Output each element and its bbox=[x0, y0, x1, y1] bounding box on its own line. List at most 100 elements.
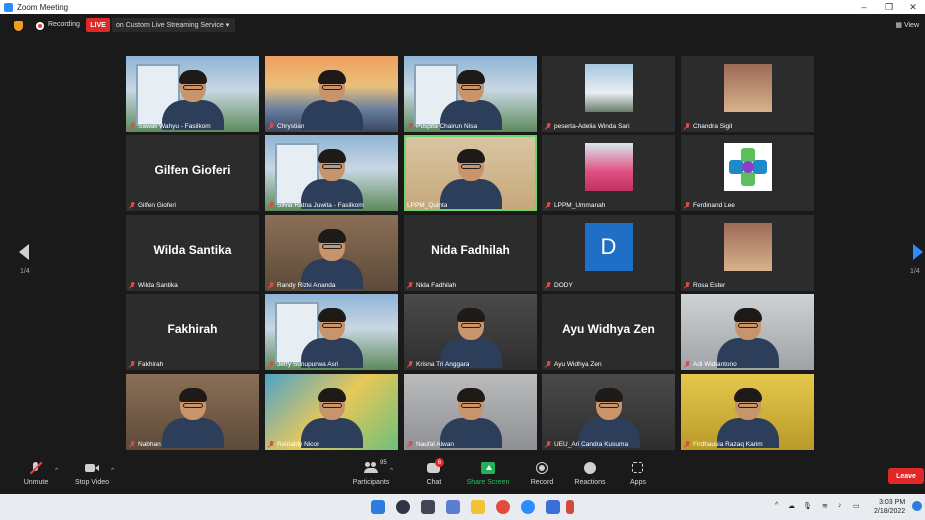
muted-mic-icon bbox=[684, 123, 690, 130]
muted-mic-icon bbox=[407, 123, 413, 130]
participant-name: Sawali Wahyu - Fasilkom bbox=[138, 123, 211, 130]
participant-tile[interactable]: Reinaldy Nicor bbox=[265, 374, 398, 450]
participant-name: Wilda Santika bbox=[138, 282, 178, 289]
participant-name: Nabhan bbox=[138, 441, 161, 448]
os-taskbar: ^ ☁ 🎙 ≋ ♪ ▭ 3:03 PM 2/18/2022 bbox=[0, 494, 925, 520]
participant-video-feed bbox=[439, 308, 502, 368]
muted-mic-icon bbox=[545, 282, 551, 289]
volume-icon[interactable]: ♪ bbox=[838, 502, 842, 509]
muted-mic-icon bbox=[545, 361, 551, 368]
participant-name-label: Rosa Ester bbox=[684, 282, 725, 289]
participant-name: LPPM_Ummanah bbox=[554, 202, 606, 209]
audio-options-caret-icon[interactable]: ^ bbox=[55, 468, 58, 474]
participant-video-feed bbox=[300, 388, 363, 448]
reactions-label: Reactions bbox=[574, 479, 606, 486]
share-screen-button[interactable]: Share Screen bbox=[458, 462, 518, 486]
notification-icon[interactable] bbox=[912, 501, 922, 511]
tray-expand-icon[interactable]: ^ bbox=[775, 502, 778, 509]
participant-tile[interactable]: LPPM_Quinta bbox=[404, 135, 537, 211]
previous-page-arrow-icon[interactable] bbox=[19, 244, 29, 260]
next-page-arrow-icon[interactable] bbox=[913, 244, 923, 260]
battery-icon[interactable]: ▭ bbox=[853, 502, 860, 510]
muted-mic-icon bbox=[545, 123, 551, 130]
microphone-tray-icon[interactable]: 🎙 bbox=[803, 502, 812, 510]
participant-name: peserta-Adelia Winda Sari bbox=[554, 123, 630, 130]
zoom-taskbar-icon[interactable] bbox=[521, 500, 535, 514]
muted-mic-icon bbox=[545, 441, 551, 448]
participant-name-label: Jefry Sunupurwa Asri bbox=[268, 361, 338, 368]
video-options-caret-icon[interactable]: ^ bbox=[111, 468, 114, 474]
participant-tile[interactable]: Randy Rizki Ananda bbox=[265, 215, 398, 291]
participant-tile[interactable]: Jefry Sunupurwa Asri bbox=[265, 294, 398, 370]
apps-button[interactable]: Apps bbox=[608, 462, 668, 486]
widgets-icon[interactable] bbox=[446, 500, 460, 514]
participant-video-feed bbox=[300, 70, 363, 130]
participant-tile[interactable]: LPPM_Ummanah bbox=[542, 135, 675, 211]
participant-video-feed bbox=[716, 388, 779, 448]
participant-tile[interactable]: Puspita Chairun Nisa bbox=[404, 56, 537, 132]
participants-button[interactable]: 95 Participants ^ bbox=[341, 460, 401, 486]
participant-name-label: UEU_Ari Candra Kusuma bbox=[545, 441, 628, 448]
muted-mic-icon bbox=[129, 123, 135, 130]
app-taskbar-icon[interactable] bbox=[546, 500, 560, 514]
file-explorer-icon[interactable] bbox=[471, 500, 485, 514]
participant-tile[interactable]: UEU_Ari Candra Kusuma bbox=[542, 374, 675, 450]
participant-tile[interactable]: Silvia Ratna Juwita - Fasilkom bbox=[265, 135, 398, 211]
participant-tile[interactable]: Nida Fadhilah Nida Fadhilah bbox=[404, 215, 537, 291]
participant-name-label: Chandra Sigit bbox=[684, 123, 732, 130]
participant-name: DODY bbox=[554, 282, 573, 289]
participant-tile[interactable]: Adi Widiantono bbox=[681, 294, 814, 370]
task-view-icon[interactable] bbox=[421, 500, 435, 514]
participant-tile[interactable]: D DODY bbox=[542, 215, 675, 291]
close-button[interactable]: ✕ bbox=[904, 0, 922, 14]
participant-tile[interactable]: Chrystian bbox=[265, 56, 398, 132]
maximize-button[interactable]: ❐ bbox=[880, 0, 898, 14]
participant-tile[interactable]: Sawali Wahyu - Fasilkom bbox=[126, 56, 259, 132]
share-screen-label: Share Screen bbox=[466, 479, 510, 486]
participant-tile[interactable]: peserta-Adelia Winda Sari bbox=[542, 56, 675, 132]
onedrive-icon[interactable]: ☁ bbox=[788, 502, 795, 510]
powerpoint-icon[interactable] bbox=[566, 500, 574, 514]
minimize-button[interactable]: – bbox=[855, 0, 873, 14]
participant-tile[interactable]: Rosa Ester bbox=[681, 215, 814, 291]
participant-tile[interactable]: Krisna Tri Anggara bbox=[404, 294, 537, 370]
chrome-icon[interactable] bbox=[496, 500, 510, 514]
start-menu-icon[interactable] bbox=[371, 500, 385, 514]
clock-time: 3:03 PM bbox=[879, 499, 906, 506]
participant-name: Naufal Alwan bbox=[416, 441, 454, 448]
taskbar-clock[interactable]: 3:03 PM 2/18/2022 bbox=[874, 498, 905, 516]
chat-button[interactable]: 6 Chat bbox=[404, 458, 464, 486]
search-icon[interactable] bbox=[396, 500, 410, 514]
stream-service-dropdown[interactable]: on Custom Live Streaming Service ▾ bbox=[112, 18, 236, 32]
participant-tile[interactable]: Gilfen Gioferi Gilfen Gioferi bbox=[126, 135, 259, 211]
view-button[interactable]: ▦ View bbox=[895, 21, 919, 29]
unmute-button[interactable]: Unmute ^ bbox=[6, 462, 66, 486]
muted-mic-icon bbox=[684, 202, 690, 209]
participant-tile[interactable]: Chandra Sigit bbox=[681, 56, 814, 132]
stop-video-button[interactable]: Stop Video ^ bbox=[62, 462, 122, 486]
muted-mic-icon bbox=[129, 361, 135, 368]
muted-mic-icon bbox=[407, 441, 413, 448]
participant-tile[interactable]: Ayu Widhya Zen Ayu Widhya Zen bbox=[542, 294, 675, 370]
leave-button[interactable]: Leave bbox=[888, 468, 924, 484]
participant-tile[interactable]: Wilda Santika Wilda Santika bbox=[126, 215, 259, 291]
muted-mic-icon bbox=[684, 282, 690, 289]
participant-name-label: Gilfen Gioferi bbox=[129, 202, 176, 209]
profile-picture bbox=[584, 143, 633, 191]
participants-caret-icon[interactable]: ^ bbox=[390, 468, 393, 474]
live-badge[interactable]: LIVE bbox=[86, 18, 110, 32]
participant-video-feed bbox=[300, 308, 363, 368]
record-icon bbox=[535, 462, 549, 474]
participant-tile[interactable]: Ferdinand Lee bbox=[681, 135, 814, 211]
participant-name: Ayu Widhya Zen bbox=[554, 361, 602, 368]
participant-name: UEU_Ari Candra Kusuma bbox=[554, 441, 629, 448]
wifi-icon[interactable]: ≋ bbox=[822, 502, 828, 510]
participant-tile[interactable]: Firdhausia Razaq Karim bbox=[681, 374, 814, 450]
participant-name: Jefry Sunupurwa Asri bbox=[277, 361, 339, 368]
participant-tile[interactable]: Fakhirah Fakhirah bbox=[126, 294, 259, 370]
security-shield-icon[interactable] bbox=[14, 21, 23, 31]
recording-icon bbox=[36, 22, 44, 30]
participant-tile[interactable]: Naufal Alwan bbox=[404, 374, 537, 450]
participant-tile[interactable]: Nabhan bbox=[126, 374, 259, 450]
participant-name-label: Naufal Alwan bbox=[407, 441, 454, 448]
